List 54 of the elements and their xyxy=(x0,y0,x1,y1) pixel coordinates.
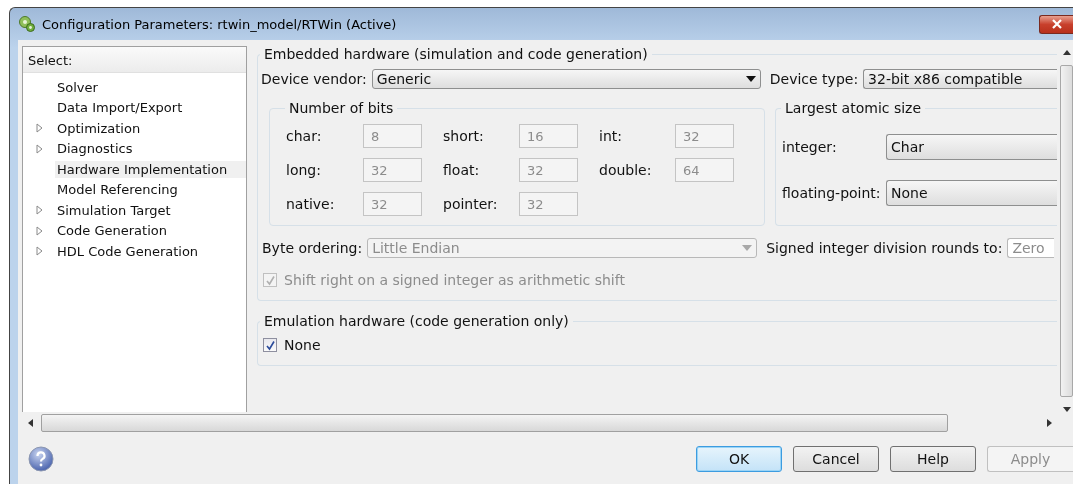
close-icon xyxy=(1050,19,1063,29)
field-label: char: xyxy=(286,128,323,144)
checkbox[interactable] xyxy=(263,338,277,352)
field-label: double: xyxy=(598,162,653,178)
sidebar-item[interactable]: Hardware Implementation xyxy=(55,160,246,178)
group-title: Emulation hardware (code generation only) xyxy=(263,313,570,329)
field-label: Device vendor: xyxy=(261,71,367,87)
field-label: int: xyxy=(598,128,623,144)
scroll-left-arrow-icon[interactable] xyxy=(28,419,33,427)
gears-icon xyxy=(18,15,36,33)
field-label: native: xyxy=(286,196,336,212)
group-title: Number of bits xyxy=(288,100,395,116)
expand-triangle-icon[interactable] xyxy=(36,225,43,236)
group-title: Largest atomic size xyxy=(784,100,923,116)
help-icon[interactable] xyxy=(28,445,54,472)
field-label: floating-point: xyxy=(782,185,882,201)
group-title: Embedded hardware (simulation and code generation) xyxy=(263,46,649,62)
field-label: pointer: xyxy=(442,196,499,212)
scroll-down-arrow-icon[interactable] xyxy=(1062,407,1071,412)
sidebar-item[interactable]: Code Generation xyxy=(55,222,181,240)
sidebar-item[interactable]: Data Import/Export xyxy=(55,99,197,117)
sidebar-item[interactable]: Optimization xyxy=(55,119,155,137)
sidebar-item[interactable]: Simulation Target xyxy=(55,201,185,219)
sidebar-item[interactable]: Solver xyxy=(55,78,112,96)
field-label: float: xyxy=(442,162,481,178)
dropdown-arrow-icon xyxy=(745,76,756,82)
dialog-button[interactable]: Cancel xyxy=(793,445,879,472)
field-label: Byte ordering: xyxy=(262,240,363,256)
checkbox-label: Shift right on a signed integer as arithmetic shift xyxy=(284,272,625,288)
dropdown[interactable]: 32-bit x86 compatible xyxy=(863,69,1057,89)
dropdown[interactable]: Char xyxy=(886,134,1057,160)
scroll-right-arrow-icon[interactable] xyxy=(1047,419,1052,427)
expand-triangle-icon[interactable] xyxy=(36,246,43,257)
field-label: integer: xyxy=(782,139,838,155)
dropdown-arrow-icon xyxy=(742,245,753,251)
close-button[interactable] xyxy=(1039,14,1073,34)
expand-triangle-icon[interactable] xyxy=(36,143,43,154)
field-label: Signed integer division rounds to: xyxy=(766,240,1003,256)
expand-triangle-icon[interactable] xyxy=(36,123,43,134)
sidebar-item[interactable]: HDL Code Generation xyxy=(55,242,213,260)
sidebar-item[interactable]: Diagnostics xyxy=(55,140,147,158)
field-label: Device type: xyxy=(769,71,859,87)
dropdown[interactable]: Generic xyxy=(371,69,761,89)
field-label: short: xyxy=(442,128,485,144)
dropdown[interactable]: None xyxy=(886,180,1057,206)
sidebar-heading: Select: xyxy=(23,47,246,73)
checkbox-label: None xyxy=(284,337,321,353)
expand-triangle-icon[interactable] xyxy=(36,205,43,216)
sidebar-item[interactable]: Model Referencing xyxy=(55,181,192,199)
scroll-up-arrow-icon[interactable] xyxy=(1062,50,1071,55)
dialog-button[interactable]: Help xyxy=(890,445,976,472)
window-title: Configuration Parameters: rtwin_model/RTWin (Active) xyxy=(42,16,397,32)
field-label: long: xyxy=(286,162,322,178)
dialog-button[interactable]: OK xyxy=(696,445,782,472)
